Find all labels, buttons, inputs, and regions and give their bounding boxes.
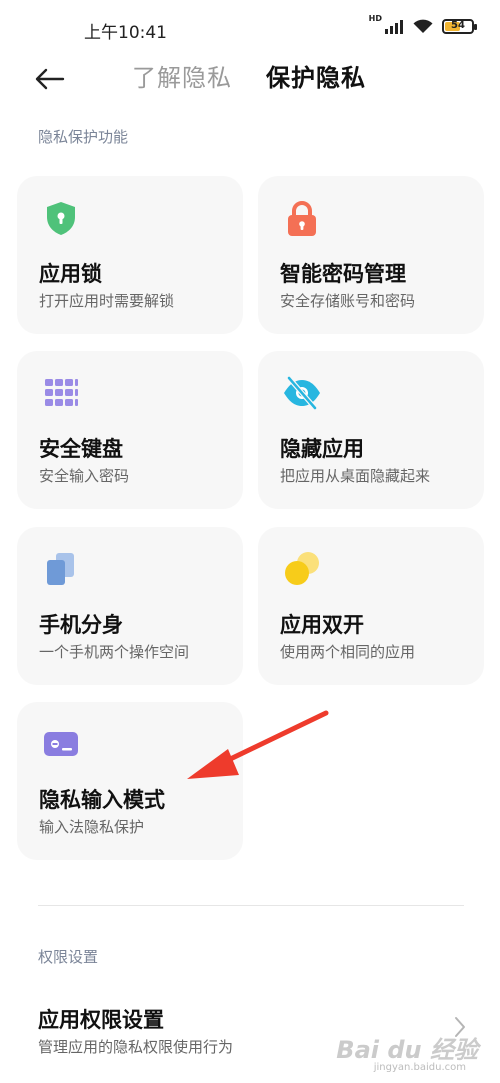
card-title: 应用锁: [39, 262, 102, 286]
status-bar: 上午10:41 HD 54: [0, 0, 500, 56]
dual-app-icon: [285, 552, 319, 585]
card-secure-keyboard[interactable]: 安全键盘 安全输入密码: [17, 351, 243, 509]
status-icons: HD 54: [368, 14, 477, 34]
wifi-icon: [413, 19, 433, 33]
battery-level: 54: [451, 20, 465, 31]
card-subtitle: 输入法隐私保护: [39, 818, 145, 836]
card-dual-apps[interactable]: 应用双开 使用两个相同的应用: [258, 527, 484, 685]
section-title-privacy-features: 隐私保护功能: [38, 128, 129, 146]
card-hidden-apps[interactable]: 隐藏应用 把应用从桌面隐藏起来: [258, 351, 484, 509]
back-button[interactable]: [32, 64, 68, 94]
card-title: 隐藏应用: [280, 437, 364, 461]
tab-protect-privacy[interactable]: 保护隐私: [266, 58, 366, 93]
tab-learn-privacy[interactable]: 了解隐私: [132, 58, 232, 93]
watermark-url: jingyan.baidu.com: [373, 1062, 466, 1073]
card-title: 隐私输入模式: [39, 788, 165, 812]
keyboard-icon: [45, 379, 78, 406]
back-arrow-icon: [35, 68, 65, 90]
section-title-permissions: 权限设置: [38, 948, 99, 966]
card-second-space[interactable]: 手机分身 一个手机两个操作空间: [17, 527, 243, 685]
card-private-input-mode[interactable]: 隐私输入模式 输入法隐私保护: [17, 702, 243, 860]
lock-icon: [288, 201, 316, 236]
card-title: 应用双开: [280, 613, 364, 637]
perm-row-subtitle: 管理应用的隐私权限使用行为: [38, 1038, 234, 1056]
hd-label: HD: [368, 14, 382, 23]
watermark-brand: Bai du 经验: [336, 1036, 478, 1064]
card-smart-password[interactable]: 智能密码管理 安全存储账号和密码: [258, 176, 484, 334]
card-subtitle: 打开应用时需要解锁: [39, 292, 175, 310]
header: 了解隐私 保护隐私: [0, 56, 500, 100]
card-subtitle: 使用两个相同的应用: [280, 643, 416, 661]
card-title: 安全键盘: [39, 437, 123, 461]
card-subtitle: 安全存储账号和密码: [280, 292, 416, 310]
shield-icon: [47, 202, 75, 235]
card-title: 智能密码管理: [280, 262, 406, 286]
card-title: 手机分身: [39, 613, 123, 637]
card-subtitle: 一个手机两个操作空间: [39, 643, 190, 661]
perm-row-title: 应用权限设置: [38, 1008, 164, 1032]
dual-space-icon: [47, 553, 74, 585]
battery-icon: 54: [442, 18, 477, 34]
card-subtitle: 安全输入密码: [39, 467, 130, 485]
divider: [38, 905, 464, 906]
private-input-icon: [44, 732, 78, 756]
card-app-lock[interactable]: 应用锁 打开应用时需要解锁: [17, 176, 243, 334]
eye-off-icon: [284, 376, 320, 410]
card-subtitle: 把应用从桌面隐藏起来: [280, 467, 431, 485]
status-time: 上午10:41: [84, 23, 167, 43]
signal-icon: [385, 19, 403, 34]
